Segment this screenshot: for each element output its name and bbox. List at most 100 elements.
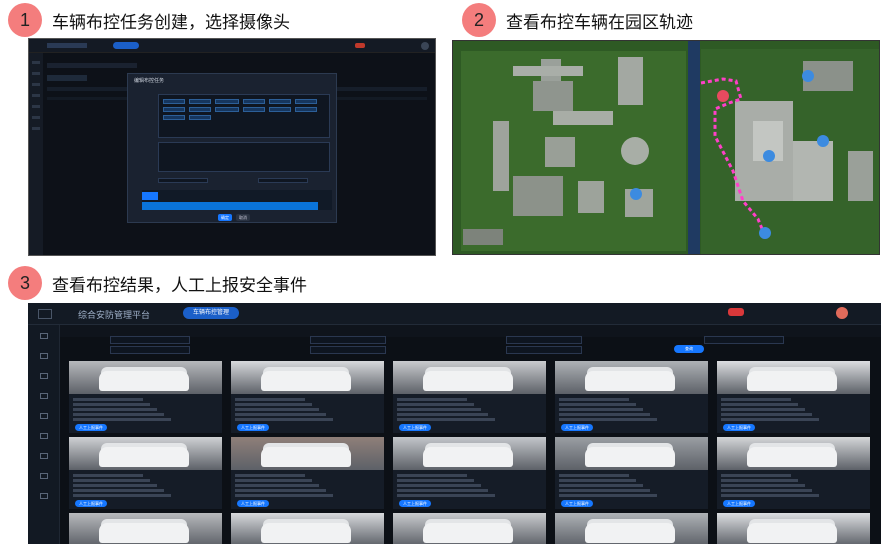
menu-icon[interactable]: [38, 309, 52, 319]
sidebar-item[interactable]: [34, 433, 54, 443]
camera-chip[interactable]: [163, 115, 185, 120]
schedule-label: [142, 192, 158, 200]
tab-strip: [47, 75, 87, 81]
card-info: [559, 396, 657, 423]
vehicle-photo: [555, 513, 708, 544]
card-info: [559, 472, 657, 499]
map-canvas: [453, 41, 879, 254]
car-shape: [423, 447, 513, 467]
info-line: [73, 408, 157, 411]
vehicle-result-card[interactable]: 人工上报事件: [393, 361, 546, 433]
card-info: [73, 472, 171, 499]
car-shape: [747, 371, 837, 391]
report-event-button[interactable]: 人工上报事件: [75, 424, 107, 431]
camera-chip[interactable]: [295, 99, 317, 104]
vehicle-result-card[interactable]: [717, 513, 870, 544]
sidebar-item[interactable]: [34, 393, 54, 403]
report-event-button[interactable]: 人工上报事件: [75, 500, 107, 507]
filter-field[interactable]: [506, 346, 582, 354]
info-line: [235, 474, 305, 477]
sidebar-item[interactable]: [34, 453, 54, 463]
vehicle-result-card[interactable]: 人工上报事件: [555, 437, 708, 509]
cancel-button[interactable]: 取消: [236, 214, 250, 221]
camera-chip[interactable]: [243, 107, 265, 112]
info-line: [721, 479, 798, 482]
vehicle-result-card[interactable]: 人工上报事件: [717, 437, 870, 509]
start-time-field[interactable]: [158, 178, 208, 183]
query-button[interactable]: 查询: [674, 345, 704, 353]
avatar[interactable]: [421, 42, 429, 50]
remark-field[interactable]: [158, 142, 330, 172]
vehicle-result-card[interactable]: [231, 513, 384, 544]
app-active-tab[interactable]: [113, 42, 139, 49]
confirm-button[interactable]: 确定: [218, 214, 232, 221]
vehicle-result-card[interactable]: 人工上报事件: [69, 361, 222, 433]
app-brand: 综合安防管理平台: [78, 311, 151, 321]
report-event-button[interactable]: 人工上报事件: [237, 424, 269, 431]
vehicle-result-card[interactable]: [69, 513, 222, 544]
info-line: [559, 474, 629, 477]
camera-chip[interactable]: [163, 99, 185, 104]
info-line: [721, 398, 791, 401]
camera-chip[interactable]: [189, 115, 211, 120]
camera-chip[interactable]: [215, 99, 239, 104]
vehicle-photo: [393, 361, 546, 394]
camera-chip[interactable]: [295, 107, 317, 112]
camera-chip[interactable]: [189, 107, 211, 112]
report-event-button[interactable]: 人工上报事件: [399, 424, 431, 431]
info-line: [235, 413, 326, 416]
vehicle-result-card[interactable]: [393, 513, 546, 544]
filter-field[interactable]: [506, 336, 582, 344]
step-3-badge: 3: [8, 266, 42, 300]
camera-chip[interactable]: [269, 99, 291, 104]
report-event-button[interactable]: 人工上报事件: [561, 500, 593, 507]
info-line: [235, 418, 333, 421]
filter-field[interactable]: [310, 336, 386, 344]
car-shape: [585, 371, 675, 391]
car-shape: [423, 523, 513, 543]
camera-chip[interactable]: [189, 99, 211, 104]
sidebar-item[interactable]: [34, 413, 54, 423]
info-line: [721, 474, 791, 477]
vehicle-result-card[interactable]: 人工上报事件: [393, 437, 546, 509]
vehicle-result-card[interactable]: 人工上报事件: [69, 437, 222, 509]
end-time-field[interactable]: [258, 178, 308, 183]
report-event-button[interactable]: 人工上报事件: [723, 500, 755, 507]
avatar[interactable]: [836, 307, 848, 319]
info-line: [73, 403, 150, 406]
schedule-bar[interactable]: [142, 202, 318, 210]
sidebar-item[interactable]: [34, 493, 54, 503]
info-line: [73, 398, 143, 401]
report-event-button[interactable]: 人工上报事件: [723, 424, 755, 431]
report-event-button[interactable]: 人工上报事件: [237, 500, 269, 507]
filter-field[interactable]: [110, 346, 190, 354]
camera-chip[interactable]: [243, 99, 265, 104]
report-event-button[interactable]: 人工上报事件: [561, 424, 593, 431]
filter-field[interactable]: [310, 346, 386, 354]
vehicle-result-card[interactable]: 人工上报事件: [717, 361, 870, 433]
camera-selector[interactable]: [158, 94, 330, 138]
sidebar-item[interactable]: [34, 473, 54, 483]
vehicle-result-card[interactable]: 人工上报事件: [231, 437, 384, 509]
car-shape: [423, 371, 513, 391]
info-line: [559, 479, 636, 482]
sidebar-item[interactable]: [34, 353, 54, 363]
info-line: [721, 418, 819, 421]
tab-vehicle-control[interactable]: 车辆布控管理: [183, 307, 239, 319]
sidebar-item[interactable]: [34, 373, 54, 383]
camera-chip[interactable]: [163, 107, 185, 112]
camera-chip[interactable]: [215, 107, 239, 112]
vehicle-result-card[interactable]: 人工上报事件: [555, 361, 708, 433]
info-line: [397, 494, 495, 497]
app-topbar: [29, 39, 435, 53]
info-line: [73, 489, 164, 492]
sidebar-item[interactable]: [34, 333, 54, 343]
filter-field[interactable]: [110, 336, 190, 344]
vehicle-result-card[interactable]: 人工上报事件: [231, 361, 384, 433]
camera-chip[interactable]: [269, 107, 291, 112]
info-line: [397, 408, 481, 411]
vehicle-result-card[interactable]: [555, 513, 708, 544]
report-event-button[interactable]: 人工上报事件: [399, 500, 431, 507]
filter-field[interactable]: [704, 336, 784, 344]
vehicle-photo: [69, 361, 222, 394]
